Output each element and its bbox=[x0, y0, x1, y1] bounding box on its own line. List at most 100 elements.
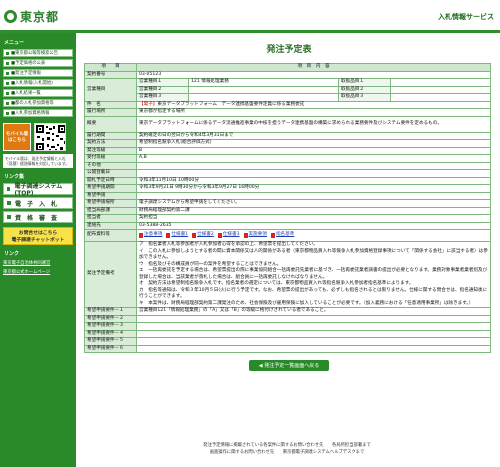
cond-6-value bbox=[135, 344, 492, 353]
button-label: 資 格 審 査 bbox=[15, 214, 58, 222]
doc-link-spec-3[interactable]: 仕様書3 bbox=[217, 232, 240, 239]
table-row: その他 bbox=[84, 161, 492, 170]
bullet-icon bbox=[6, 111, 9, 115]
doc-link-guidelines[interactable]: 実施要領 bbox=[243, 232, 267, 239]
apply-method-value bbox=[135, 191, 492, 200]
table-row: 希望申請要件－２ bbox=[84, 314, 492, 323]
mobile-note: モバイル版は、発注予定情報と入札（見積）経過情報を対応しています。 bbox=[3, 154, 73, 169]
method-value: 希望制指名競争入札(総合評価方式) bbox=[135, 139, 492, 148]
back-button-wrap: ◀ 発注予定一覧画面へ戻る bbox=[84, 360, 494, 371]
sidebar-item-bid-info[interactable]: ■入札情報(入札開始) bbox=[3, 79, 73, 87]
doc-link-notes[interactable]: 注意事項 bbox=[139, 232, 162, 239]
page-header: 東京都 入札情報サービス bbox=[0, 0, 500, 33]
doc-link-criteria[interactable]: 指名基準 bbox=[270, 232, 294, 239]
footer-line-1: 発注予定情報に掲載されている各案件に関するお問い合わせ先 各局所担当部署まで bbox=[203, 443, 371, 448]
doc-link-spec-1[interactable]: 仕様書1 bbox=[166, 232, 188, 239]
table-row: 履行期間 契約確定の日の翌日から令和4年3月31日まで bbox=[84, 131, 492, 140]
pdf-icon bbox=[270, 233, 275, 238]
table-row: 担当局部課 財務局経理部契約第二課 bbox=[84, 206, 492, 215]
row-label: 発注等級 bbox=[84, 146, 137, 155]
docs-value: 注意事項 仕様書1 仕様書2 仕様書3 実施要領 指名基準 bbox=[135, 229, 492, 242]
cond-5-value bbox=[135, 337, 492, 346]
qr-code-icon bbox=[34, 123, 66, 151]
row-label: 履行場所 bbox=[84, 108, 137, 117]
sub-label: 取扱品目１ bbox=[338, 78, 391, 87]
row-label: 発注予定備考 bbox=[84, 241, 137, 308]
e-bidding-button[interactable]: 電 子 入 札 bbox=[3, 197, 73, 210]
logo-text: 東京都 bbox=[20, 10, 60, 24]
bullet-icon bbox=[7, 215, 11, 220]
bullet-icon bbox=[6, 71, 9, 75]
row-label: 開札予定日時 bbox=[84, 176, 137, 185]
open-datetime: 令和3年11月10日 10時00分 bbox=[135, 176, 492, 185]
row-label: 受付等級 bbox=[84, 154, 137, 163]
row-label: 契約方法 bbox=[84, 139, 137, 148]
table-row: 希望申請場所 電子調達システムから希望申請をしてください。 bbox=[84, 199, 492, 208]
cond-1-value: 営業種目121「情報処理業務」の「A」又は「B」の等級に格付けされている者である… bbox=[135, 307, 492, 316]
row-label: 希望申請要件－５ bbox=[84, 337, 137, 346]
row-label: 希望申請要件－２ bbox=[84, 314, 137, 323]
period-value: 契約確定の日の翌日から令和4年3月31日まで bbox=[135, 131, 492, 140]
link-e-government[interactable]: 東京電子自治体共同運営 bbox=[3, 260, 73, 266]
row-label: 希望申請要件－１ bbox=[84, 307, 137, 316]
tokyo-logo[interactable]: 東京都 bbox=[4, 8, 59, 25]
table-row: 配布資料等 注意事項 仕様書1 仕様書2 仕様書3 実施要領 指名基準 bbox=[84, 229, 492, 242]
note-line: カ 指名等通知は、令和３年10月５日(火)に行う予定です。なお、希望票の提出があ… bbox=[139, 287, 488, 300]
mobile-label-2: はこちら bbox=[8, 138, 26, 143]
table-header-row: 項 目 項 目 内 容 bbox=[84, 63, 492, 72]
sidebar: メニュー ■東京都公報等検索公告 ■予定価格の公表 ■発注予定情報 ■入札情報(… bbox=[0, 33, 76, 467]
back-button-label: 発注予定一覧画面へ戻る bbox=[264, 363, 320, 369]
row-label: 希望申請要件－３ bbox=[84, 322, 137, 331]
sub-label: 営業種目１ bbox=[136, 78, 189, 87]
link-tokyo-official[interactable]: 東京都公式ホームページ bbox=[3, 269, 73, 275]
category-3-value bbox=[188, 93, 339, 102]
row-label: 担当者 bbox=[84, 214, 137, 223]
pdf-icon bbox=[243, 233, 248, 238]
apply-system-value: 電子調達システムから希望申請をしてください。 bbox=[135, 199, 492, 208]
mobile-section: モバイル版 はこちら bbox=[3, 123, 73, 151]
place-value: 東京都が指定する場所 bbox=[135, 108, 492, 117]
doc-link-spec-2[interactable]: 仕様書2 bbox=[192, 232, 214, 239]
accept-rank-value: A,B bbox=[135, 154, 492, 163]
table-row: 公開登載日 bbox=[84, 169, 492, 178]
footer-line-2: 画面操作に関するお問い合わせ先 東京都電子調達システムヘルプデスクまで bbox=[209, 450, 365, 455]
bullet-icon bbox=[6, 101, 9, 105]
bullet-icon bbox=[7, 187, 11, 192]
tel-value: 03-5388-2635 bbox=[135, 221, 492, 230]
mobile-version-button[interactable]: モバイル版 はこちら bbox=[3, 123, 31, 151]
row-label: 希望申請期間 bbox=[84, 184, 137, 193]
e-procurement-top-button[interactable]: 電子調達システム(TOP) bbox=[3, 183, 73, 197]
cond-4-value bbox=[135, 329, 492, 338]
pdf-icon bbox=[192, 233, 197, 238]
sidebar-item-schedule[interactable]: ■発注予定情報 bbox=[3, 69, 73, 77]
category-1-value: 121 情報処理業務 bbox=[188, 78, 339, 87]
sidebar-item-koho[interactable]: ■東京都公報等検索公告 bbox=[3, 49, 73, 57]
banner-line-2: 電子調達チャットボット bbox=[11, 238, 65, 244]
table-row: 契約番号 03-05123 bbox=[84, 70, 492, 79]
chatbot-banner[interactable]: お問合せはこちら 電子調達チャットボット bbox=[3, 227, 73, 246]
qualification-review-button[interactable]: 資 格 審 査 bbox=[3, 211, 73, 224]
order-schedule-table: 項 目 項 目 内 容 契約番号 03-05123 営業種目 営業種目１ 121… bbox=[84, 63, 492, 353]
sidebar-item-qual-info[interactable]: ■入札参加資格情報 bbox=[3, 109, 73, 117]
table-row: 概要 東京データプラットフォームに係るデータ流通推進事業の中核を担うデータ連携基… bbox=[84, 115, 492, 133]
sidebar-item-results[interactable]: ■入札結果一覧 bbox=[3, 89, 73, 97]
sidebar-item-label: ■都の入札参加資格等 bbox=[11, 101, 54, 106]
row-label: 件 名 bbox=[84, 100, 137, 109]
doc-label: 仕様書2 bbox=[197, 232, 214, 238]
sidebar-footer-heading: リンク bbox=[4, 251, 20, 258]
table-row: 発注予定備考 ア 指名業者入札等参加者が入札参加者心得を承認の上、希望票を提出し… bbox=[84, 241, 492, 308]
back-to-list-button[interactable]: ◀ 発注予定一覧画面へ戻る bbox=[248, 360, 330, 371]
sidebar-item-price[interactable]: ■予定価格の公表 bbox=[3, 59, 73, 67]
row-label: 公開登載日 bbox=[84, 169, 137, 178]
dept-value: 財務局経理部契約第二課 bbox=[135, 206, 492, 215]
table-row: 履行場所 東京都が指定する場所 bbox=[84, 108, 492, 117]
sidebar-item-qualification[interactable]: ■都の入札参加資格等 bbox=[3, 99, 73, 107]
row-label: 営業種目 bbox=[84, 78, 137, 102]
sidebar-item-label: ■入札結果一覧 bbox=[11, 91, 41, 96]
table-row: 営業種目 営業種目１ 121 情報処理業務 取扱品目１ bbox=[84, 78, 492, 102]
table-row: 開札予定日時 令和3年11月10日 10時00分 bbox=[84, 176, 492, 185]
table-row: 連絡先 03-5388-2635 bbox=[84, 221, 492, 230]
doc-label: 仕様書1 bbox=[171, 232, 189, 238]
note-line: キ 本案件は、財務局経理部契約第二課発注のため、社会保険及び雇用保険に加入してい… bbox=[139, 300, 474, 306]
bullet-icon bbox=[7, 201, 11, 206]
